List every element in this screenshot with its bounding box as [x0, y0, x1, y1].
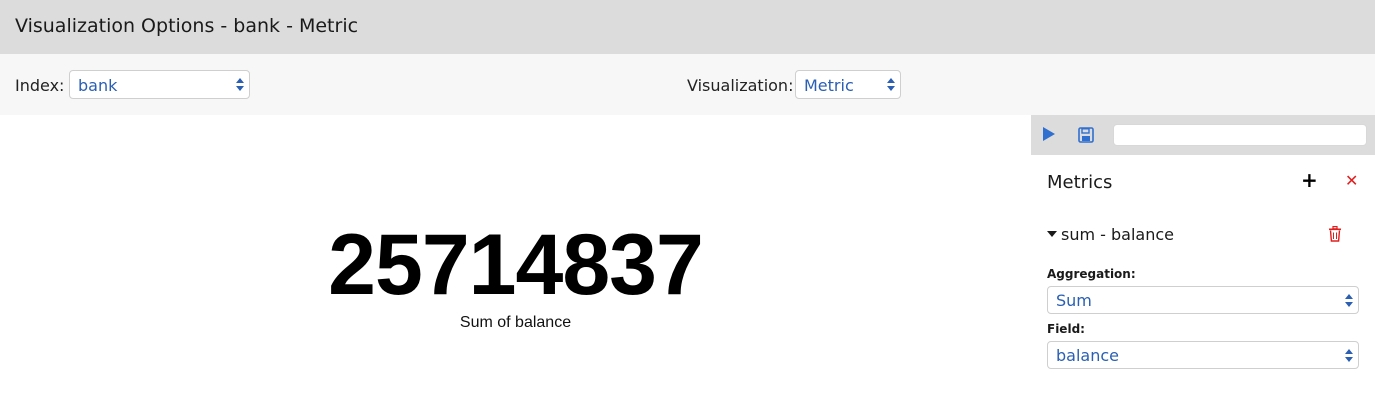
field-label: Field:: [1047, 322, 1085, 336]
aggregation-toggle[interactable]: sum - balance: [1047, 225, 1174, 244]
select-arrows-icon: [236, 74, 244, 96]
x-icon[interactable]: ✕: [1345, 171, 1358, 191]
caret-down-icon: [1047, 231, 1057, 237]
sidebar: Metrics + ✕ sum - balance Aggregation: S…: [1031, 115, 1375, 413]
field-select-value: balance: [1056, 346, 1119, 365]
select-arrows-icon: [1345, 290, 1353, 312]
index-select-value: bank: [78, 76, 118, 95]
visualization-select[interactable]: Metric: [795, 70, 901, 99]
index-label: Index:: [15, 76, 65, 95]
select-arrows-icon: [887, 74, 895, 96]
trash-icon[interactable]: [1328, 226, 1342, 242]
metrics-heading: Metrics: [1047, 172, 1113, 193]
sidebar-toolbar: [1031, 115, 1375, 155]
metric-label: Sum of balance: [459, 314, 572, 331]
select-arrows-icon: [1345, 345, 1353, 367]
options-bar: Index: bank Visualization: Metric: [0, 54, 1375, 115]
metric-value: 25714837: [328, 217, 704, 313]
title-bar: Visualization Options - bank - Metric: [0, 0, 1375, 54]
play-icon[interactable]: [1043, 127, 1055, 141]
page-title: Visualization Options - bank - Metric: [15, 15, 359, 37]
floppy-disk-icon[interactable]: [1078, 127, 1094, 143]
plus-icon[interactable]: +: [1301, 170, 1318, 190]
sidebar-search-input[interactable]: [1113, 124, 1367, 146]
visualization-select-value: Metric: [804, 76, 854, 95]
visualization-canvas: 25714837 Sum of balance: [0, 115, 1031, 413]
aggregation-label: Aggregation:: [1047, 267, 1136, 281]
aggregation-title: sum - balance: [1061, 225, 1174, 244]
field-select[interactable]: balance: [1047, 341, 1359, 369]
index-select[interactable]: bank: [69, 70, 250, 99]
aggregation-select-value: Sum: [1056, 291, 1092, 310]
visualization-label: Visualization:: [687, 76, 794, 95]
aggregation-select[interactable]: Sum: [1047, 286, 1359, 314]
